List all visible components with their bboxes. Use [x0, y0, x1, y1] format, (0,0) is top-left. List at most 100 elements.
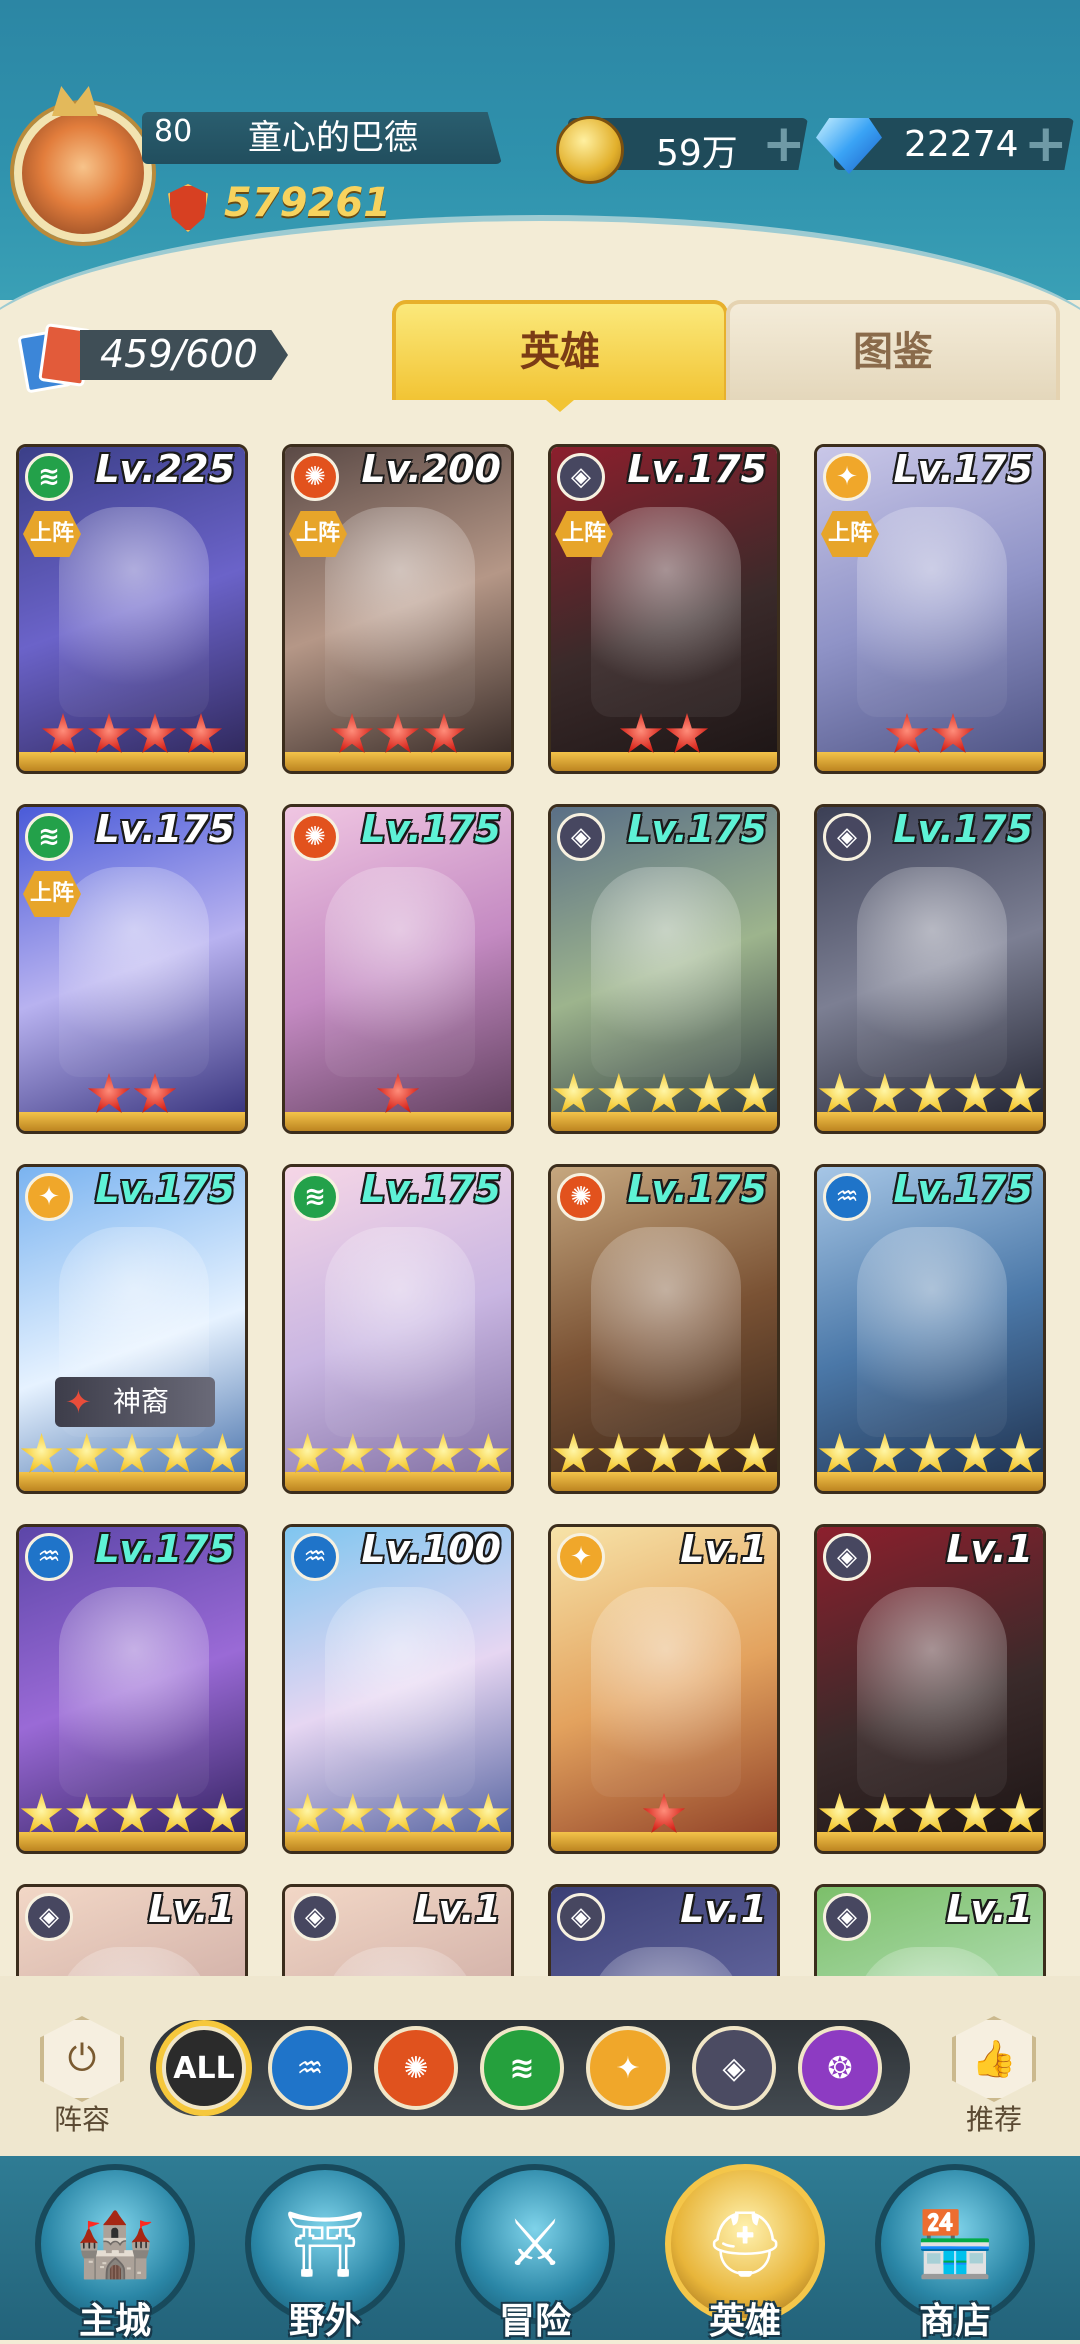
filter-dark-button[interactable]: ◈: [692, 2026, 776, 2110]
hero-card[interactable]: ✺ Lv.175: [282, 804, 514, 1134]
hero-card[interactable]: ✦ Lv.175 神裔: [16, 1164, 248, 1494]
dark-element-icon: ◈: [823, 1533, 871, 1581]
hero-card[interactable]: ♒ Lv.175: [814, 1164, 1046, 1494]
hero-card[interactable]: ◈ Lv.175: [814, 804, 1046, 1134]
add-gems-button[interactable]: +: [1024, 118, 1068, 170]
nav-label: 冒险: [498, 2301, 571, 2342]
star-rating: [817, 713, 1043, 757]
hero-level: Lv.175: [627, 807, 767, 851]
fire-element-icon: ✺: [291, 453, 339, 501]
star-icon: [598, 1433, 640, 1474]
hero-card[interactable]: ◈ Lv.1: [16, 1884, 248, 1976]
hero-grid: ≋ Lv.225 上阵 ✺ Lv.200 上阵 ◈ Lv.175 上阵 ✦ Lv.175 上阵 ≋ Lv.…: [14, 444, 1066, 1976]
star-icon: [909, 1433, 951, 1474]
light-element-icon: ✦: [823, 453, 871, 501]
star-icon: [286, 1433, 329, 1474]
star-icon: [87, 1073, 131, 1114]
gold-value: 59万: [656, 133, 738, 174]
hero-card[interactable]: ≋ Lv.225 上阵: [16, 444, 248, 774]
filter-light-button[interactable]: ✦: [586, 2026, 670, 2110]
star-icon: [332, 1793, 374, 1834]
star-icon: [642, 1793, 686, 1834]
tab-atlas[interactable]: 图鉴: [726, 300, 1060, 400]
star-icon: [733, 1073, 776, 1114]
star-icon: [643, 1073, 685, 1114]
hero-level: Lv.100: [361, 1527, 501, 1571]
lineup-button[interactable]: ⏻ 阵容: [32, 2016, 132, 2136]
star-icon: [20, 1433, 63, 1474]
star-icon: [377, 1433, 419, 1474]
hero-silhouette: [325, 867, 475, 1077]
filter-water-button[interactable]: ♒: [268, 2026, 352, 2110]
player-avatar[interactable]: [14, 104, 152, 242]
star-icon: [818, 1433, 861, 1474]
nav-main-city-button[interactable]: 🏰 主城: [30, 2164, 200, 2342]
hero-card[interactable]: ♒ Lv.175: [16, 1524, 248, 1854]
star-icon: [41, 713, 85, 754]
star-icon: [156, 1793, 198, 1834]
dark-element-icon: ◈: [557, 813, 605, 861]
filter-fire-button[interactable]: ✺: [374, 2026, 458, 2110]
hero-level: Lv.175: [95, 1527, 235, 1571]
nav-wild-button[interactable]: ⛩ 野外: [240, 2164, 410, 2342]
hero-count: 459/600: [100, 332, 258, 376]
star-icon: [422, 1433, 464, 1474]
tab-heroes[interactable]: 英雄: [392, 300, 728, 412]
nav-shop-button[interactable]: 🏪 商店: [870, 2164, 1040, 2342]
star-icon: [643, 1433, 685, 1474]
hero-card[interactable]: ◈ Lv.1: [814, 1884, 1046, 1976]
hero-silhouette: [325, 1227, 475, 1437]
hero-level: Lv.175: [893, 807, 1033, 851]
nav-heroes-button[interactable]: ⛑ 英雄: [660, 2164, 830, 2342]
hero-level: Lv.200: [361, 447, 501, 491]
add-gold-button[interactable]: +: [762, 118, 806, 170]
star-icon: [133, 1073, 177, 1114]
deployed-badge: 上阵: [289, 511, 347, 557]
hero-silhouette: [325, 507, 475, 717]
nav-label: 主城: [78, 2301, 151, 2342]
filter-arcane-button[interactable]: ❂: [798, 2026, 882, 2110]
hero-card[interactable]: ≋ Lv.175 上阵: [16, 804, 248, 1134]
filter-all-button[interactable]: ALL: [162, 2026, 246, 2110]
recommend-button[interactable]: 👍 推荐: [944, 2016, 1044, 2136]
star-rating: [817, 1073, 1043, 1117]
hero-card[interactable]: ≋ Lv.175: [282, 1164, 514, 1494]
star-icon: [954, 1793, 996, 1834]
deployed-badge: 上阵: [821, 511, 879, 557]
star-icon: [87, 713, 131, 754]
nav-adventure-button[interactable]: ⚔ 冒险: [450, 2164, 620, 2342]
filter-wind-button[interactable]: ≋: [480, 2026, 564, 2110]
player-level: 80: [154, 114, 193, 149]
star-icon: [467, 1793, 510, 1834]
star-rating: [285, 713, 511, 757]
star-icon: [66, 1793, 108, 1834]
hero-level: Lv.1: [148, 1887, 235, 1931]
hero-card[interactable]: ◈ Lv.1: [282, 1884, 514, 1976]
light-element-icon: ✦: [25, 1173, 73, 1221]
hero-card[interactable]: ◈ Lv.175: [548, 804, 780, 1134]
star-icon: [665, 713, 709, 754]
nav-label: 商店: [918, 2301, 991, 2342]
hero-level: Lv.175: [361, 1167, 501, 1211]
hero-card[interactable]: ♒ Lv.100: [282, 1524, 514, 1854]
water-element-icon: ♒: [25, 1533, 73, 1581]
hero-card[interactable]: ◈ Lv.1: [548, 1884, 780, 1976]
dark-element-icon: ◈: [25, 1893, 73, 1941]
star-icon: [376, 713, 420, 754]
hero-card[interactable]: ◈ Lv.175 上阵: [548, 444, 780, 774]
star-icon: [20, 1793, 63, 1834]
hero-level: Lv.175: [627, 447, 767, 491]
hero-silhouette: [59, 867, 209, 1077]
hero-card[interactable]: ✦ Lv.175 上阵: [814, 444, 1046, 774]
hero-card[interactable]: ✦ Lv.1: [548, 1524, 780, 1854]
hero-silhouette: [59, 507, 209, 717]
hero-card[interactable]: ✺ Lv.175: [548, 1164, 780, 1494]
hero-card[interactable]: ✺ Lv.200 上阵: [282, 444, 514, 774]
star-icon: [864, 1433, 906, 1474]
star-icon: [688, 1073, 730, 1114]
star-rating: [19, 1793, 245, 1837]
dark-element-icon: ◈: [823, 1893, 871, 1941]
star-icon: [864, 1793, 906, 1834]
hero-card[interactable]: ◈ Lv.1: [814, 1524, 1046, 1854]
hero-silhouette: [857, 1587, 1007, 1797]
